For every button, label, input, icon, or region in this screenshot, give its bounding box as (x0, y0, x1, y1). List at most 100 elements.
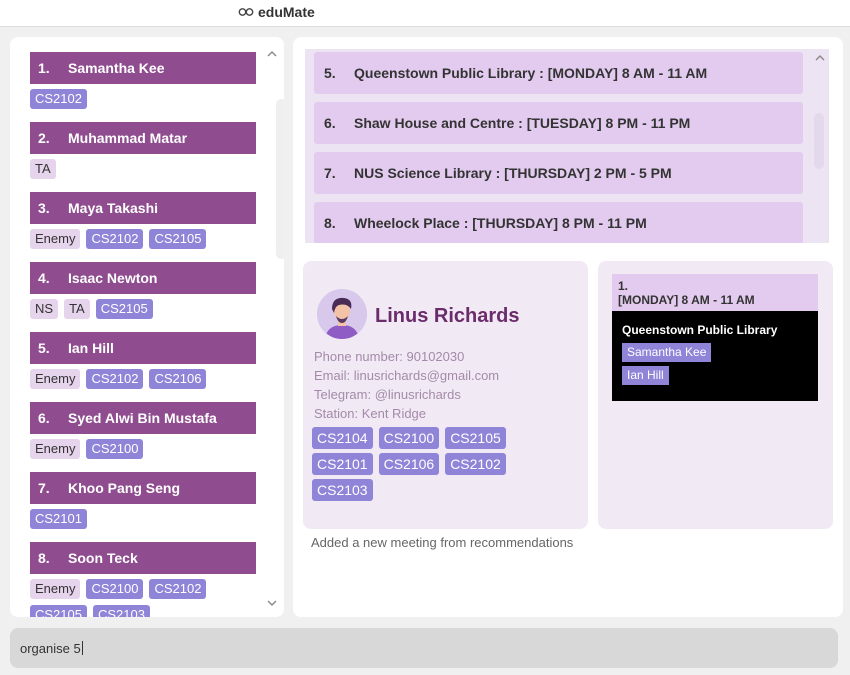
profile-name: Linus Richards (375, 305, 520, 327)
meeting-item[interactable]: 5. Queenstown Public Library : [MONDAY] … (314, 52, 803, 94)
contact-name-bar[interactable]: 3. Maya Takashi (30, 192, 256, 224)
meeting-list-scrollbar[interactable] (814, 113, 824, 169)
tag-badge: CS2105 (95, 299, 153, 319)
command-text: organise 5 (20, 640, 81, 656)
main-panel: 5. Queenstown Public Library : [MONDAY] … (293, 37, 843, 617)
tag-badge: TA (64, 299, 90, 319)
profile-email: Email: linusrichards@gmail.com (314, 368, 500, 383)
tag-badge: CS2100 (86, 579, 144, 599)
avatar (317, 289, 367, 339)
contact-card[interactable]: 5. Ian Hill Enemy CS2102 CS2106 (30, 332, 256, 389)
tag-badge: CS2101 (312, 453, 373, 475)
schedule-body: Queenstown Public Library Samantha Kee I… (612, 311, 818, 401)
contact-tags: Enemy CS2100 CS2102 CS2105 CS2103 (30, 579, 256, 617)
contact-name: Muhammad Matar (68, 130, 188, 146)
command-input[interactable]: organise 5 (10, 628, 838, 668)
contact-index: 6. (38, 410, 50, 426)
contact-name: Samantha Kee (68, 60, 165, 76)
contact-tags: NS TA CS2105 (30, 299, 256, 319)
contact-tags: Enemy CS2100 (30, 439, 256, 459)
contact-index: 8. (38, 550, 50, 566)
chevron-up-icon[interactable] (266, 49, 278, 59)
tag-badge: CS2105 (30, 605, 87, 617)
contact-index: 3. (38, 200, 50, 216)
contact-name-bar[interactable]: 4. Isaac Newton (30, 262, 256, 294)
contact-card[interactable]: 1. Samantha Kee CS2102 (30, 52, 256, 109)
profile-phone: Phone number: 90102030 (314, 349, 465, 364)
schedule-header[interactable]: 1. [MONDAY] 8 AM - 11 AM (612, 274, 818, 311)
contact-card[interactable]: 8. Soon Teck Enemy CS2100 CS2102 CS2105 … (30, 542, 256, 617)
meeting-index: 7. (324, 165, 336, 181)
schedule-card: 1. [MONDAY] 8 AM - 11 AM Queenstown Publ… (598, 261, 833, 529)
contact-index: 7. (38, 480, 50, 496)
attendee-badge: Samantha Kee (622, 343, 712, 362)
tag-badge: CS2102 (86, 229, 144, 249)
attendee-badge: Ian Hill (622, 366, 669, 385)
schedule-location: Queenstown Public Library (622, 323, 778, 337)
contact-list-panel: 1. Samantha Kee CS2102 2. Muhammad Matar… (10, 37, 284, 617)
profile-tags: CS2104 CS2100 CS2105 CS2101 CS2106 CS210… (312, 427, 562, 501)
tag-badge: CS2100 (86, 439, 144, 459)
contact-name-bar[interactable]: 2. Muhammad Matar (30, 122, 256, 154)
contact-name: Maya Takashi (68, 200, 159, 216)
tag-badge: Enemy (30, 579, 81, 599)
contact-name: Khoo Pang Seng (68, 480, 180, 496)
meeting-text: Shaw House and Centre : [TUESDAY] 8 PM -… (354, 115, 691, 131)
contact-index: 1. (38, 60, 50, 76)
meeting-index: 6. (324, 115, 336, 131)
tag-badge: CS2103 (312, 479, 373, 501)
tag-badge: CS2100 (378, 427, 440, 449)
profile-telegram: Telegram: @linusrichards (314, 387, 461, 402)
chevron-up-icon[interactable] (814, 53, 826, 63)
schedule-time: [MONDAY] 8 AM - 11 AM (618, 293, 755, 307)
contact-name-bar[interactable]: 1. Samantha Kee (30, 52, 256, 84)
contact-card[interactable]: 3. Maya Takashi Enemy CS2102 CS2105 (30, 192, 256, 249)
tag-badge: CS2101 (30, 509, 87, 529)
contact-name-bar[interactable]: 6. Syed Alwi Bin Mustafa (30, 402, 256, 434)
text-caret (81, 641, 83, 655)
meeting-text: Wheelock Place : [THURSDAY] 8 PM - 11 PM (354, 215, 647, 231)
contact-name-bar[interactable]: 5. Ian Hill (30, 332, 256, 364)
app-title: eduMate (258, 4, 315, 20)
meeting-item[interactable]: 8. Wheelock Place : [THURSDAY] 8 PM - 11… (314, 202, 803, 243)
tag-badge: CS2104 (312, 427, 373, 449)
contact-index: 2. (38, 130, 50, 146)
contact-name: Isaac Newton (68, 270, 158, 286)
contact-name-bar[interactable]: 7. Khoo Pang Seng (30, 472, 256, 504)
meeting-text: NUS Science Library : [THURSDAY] 2 PM - … (354, 165, 672, 181)
tag-badge: CS2102 (30, 89, 87, 109)
contact-name: Ian Hill (68, 340, 114, 356)
contact-tags: Enemy CS2102 CS2106 (30, 369, 256, 389)
contact-card[interactable]: 7. Khoo Pang Seng CS2101 (30, 472, 256, 529)
tag-badge: TA (30, 159, 56, 179)
contact-card[interactable]: 2. Muhammad Matar TA (30, 122, 256, 179)
contact-name-bar[interactable]: 8. Soon Teck (30, 542, 256, 574)
tag-badge: CS2106 (378, 453, 440, 475)
contact-index: 4. (38, 270, 50, 286)
meeting-item[interactable]: 7. NUS Science Library : [THURSDAY] 2 PM… (314, 152, 803, 194)
tag-badge: CS2102 (86, 369, 144, 389)
tag-badge: CS2102 (149, 579, 207, 599)
tag-badge: CS2102 (445, 453, 506, 475)
meeting-item[interactable]: 6. Shaw House and Centre : [TUESDAY] 8 P… (314, 102, 803, 144)
profile-card: Linus Richards Phone number: 90102030 Em… (303, 261, 588, 529)
tag-badge: CS2105 (149, 229, 207, 249)
contact-list-scrollbar[interactable] (276, 99, 284, 259)
meeting-index: 8. (324, 215, 336, 231)
contact-tags: Enemy CS2102 CS2105 (30, 229, 256, 249)
result-message: Added a new meeting from recommendations (311, 535, 574, 550)
infinity-icon (238, 8, 254, 16)
tag-badge: CS2103 (92, 605, 150, 617)
contact-tags: CS2101 (30, 509, 256, 529)
schedule-index: 1. (618, 279, 629, 293)
profile-station: Station: Kent Ridge (314, 406, 427, 421)
meeting-list: 5. Queenstown Public Library : [MONDAY] … (305, 49, 829, 243)
contact-tags: CS2102 (30, 89, 256, 109)
tag-badge: Enemy (30, 229, 81, 249)
contact-card[interactable]: 4. Isaac Newton NS TA CS2105 (30, 262, 256, 319)
contact-card[interactable]: 6. Syed Alwi Bin Mustafa Enemy CS2100 (30, 402, 256, 459)
meeting-text: Queenstown Public Library : [MONDAY] 8 A… (354, 65, 708, 81)
contact-name: Soon Teck (68, 550, 138, 566)
tag-badge: NS (30, 299, 59, 319)
chevron-down-icon[interactable] (266, 599, 278, 609)
